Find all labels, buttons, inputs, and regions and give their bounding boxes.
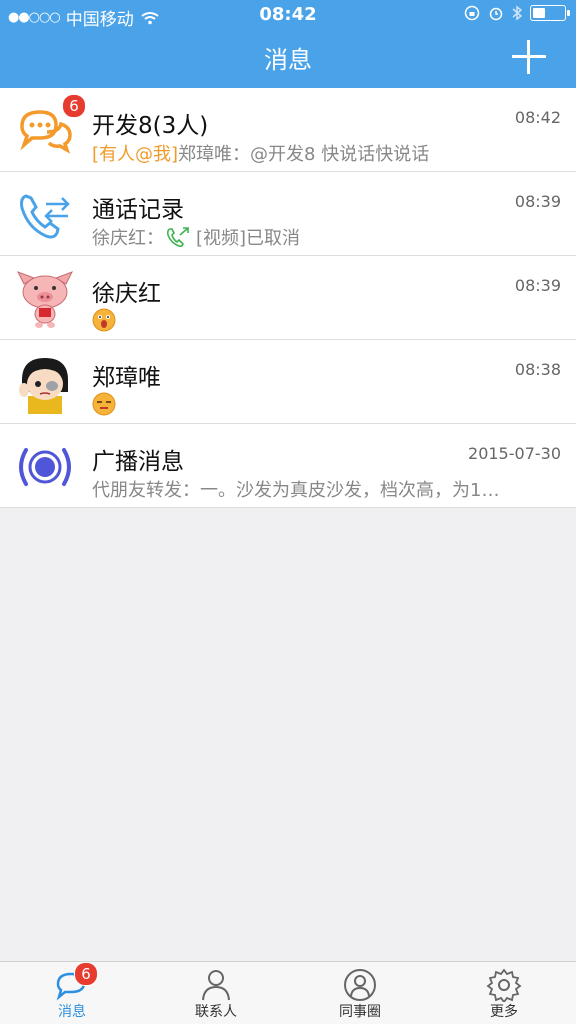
conversation-list: 6 开发8(3人) 08:42 [有人@我] 郑璋唯：@开发8 快说话快说话 通… — [0, 88, 576, 508]
alarm-icon — [489, 7, 503, 21]
lock-rotation-icon — [464, 5, 480, 21]
preview-text: [视频]已取消 — [196, 228, 301, 249]
gear-icon — [486, 968, 522, 1004]
conversation-time: 2015-07-30 — [468, 444, 561, 463]
conversation-time: 08:42 — [514, 108, 561, 127]
tab-more[interactable]: 更多 — [432, 962, 576, 1024]
page-title: 消息 — [264, 46, 312, 74]
battery-icon — [530, 5, 570, 21]
conversation-row[interactable]: 6 开发8(3人) 08:42 [有人@我] 郑璋唯：@开发8 快说话快说话 — [0, 88, 576, 172]
conversation-name: 广播消息 — [92, 449, 184, 475]
shocked-emoji-icon — [92, 308, 116, 332]
conversation-row[interactable]: 郑璋唯 08:38 — [0, 340, 576, 424]
unread-badge: 6 — [74, 962, 98, 986]
status-bar: ●●○○○ 中国移动 08:42 — [0, 0, 576, 30]
conversation-preview: [有人@我] 郑璋唯：@开发8 快说话快说话 — [92, 140, 542, 166]
call-log-icon — [14, 184, 76, 246]
conversation-time: 08:39 — [514, 192, 561, 211]
conversation-row[interactable]: 徐庆红 08:39 — [0, 256, 576, 340]
annoyed-emoji-icon — [92, 392, 116, 416]
conversation-preview: 徐庆红： [视频]已取消 — [92, 224, 542, 250]
messages-icon: 6 — [54, 962, 98, 1002]
tab-colleagues[interactable]: 同事圈 — [288, 962, 432, 1024]
conversation-name: 郑璋唯 — [92, 365, 161, 391]
conversation-preview — [92, 308, 542, 332]
conversation-name: 徐庆红 — [92, 281, 161, 307]
header-bar: ●●○○○ 中国移动 08:42 消息 — [0, 0, 576, 88]
add-button[interactable] — [512, 40, 546, 74]
conversation-row[interactable]: 广播消息 2015-07-30 代朋友转发：一。沙发为真皮沙发，档次高，为1… — [0, 424, 576, 508]
conversation-time: 08:38 — [514, 360, 561, 379]
video-call-icon — [166, 227, 189, 248]
group-chat-icon: 6 — [14, 94, 86, 162]
cartoon-girl-avatar — [14, 352, 76, 414]
conversation-name: 通话记录 — [92, 197, 184, 223]
bluetooth-icon — [512, 5, 522, 21]
conversation-preview: 代朋友转发：一。沙发为真皮沙发，档次高，为1… — [92, 476, 542, 502]
conversation-time: 08:39 — [514, 276, 561, 295]
tab-label: 同事圈 — [339, 1004, 381, 1020]
tab-label: 消息 — [58, 1004, 86, 1020]
tab-bar: 6 消息 联系人 同事圈 更多 — [0, 961, 576, 1024]
preview-sender: 徐庆红： — [92, 228, 164, 249]
broadcast-icon — [14, 436, 76, 498]
conversation-name: 开发8(3人) — [92, 113, 209, 139]
contacts-icon — [198, 968, 234, 1002]
tab-label: 更多 — [490, 1004, 518, 1020]
preview-text: 代朋友转发：一。沙发为真皮沙发，档次高，为1… — [92, 480, 500, 501]
conversation-preview — [92, 392, 542, 416]
tab-contacts[interactable]: 联系人 — [144, 962, 288, 1024]
tab-messages[interactable]: 6 消息 — [0, 962, 144, 1024]
colleagues-icon — [342, 968, 378, 1002]
mention-tag: [有人@我] — [92, 144, 179, 165]
unread-badge: 6 — [62, 94, 86, 118]
conversation-row[interactable]: 通话记录 08:39 徐庆红： [视频]已取消 — [0, 172, 576, 256]
pig-avatar — [14, 268, 76, 330]
tab-label: 联系人 — [195, 1004, 237, 1020]
preview-text: 郑璋唯：@开发8 快说话快说话 — [178, 144, 430, 165]
